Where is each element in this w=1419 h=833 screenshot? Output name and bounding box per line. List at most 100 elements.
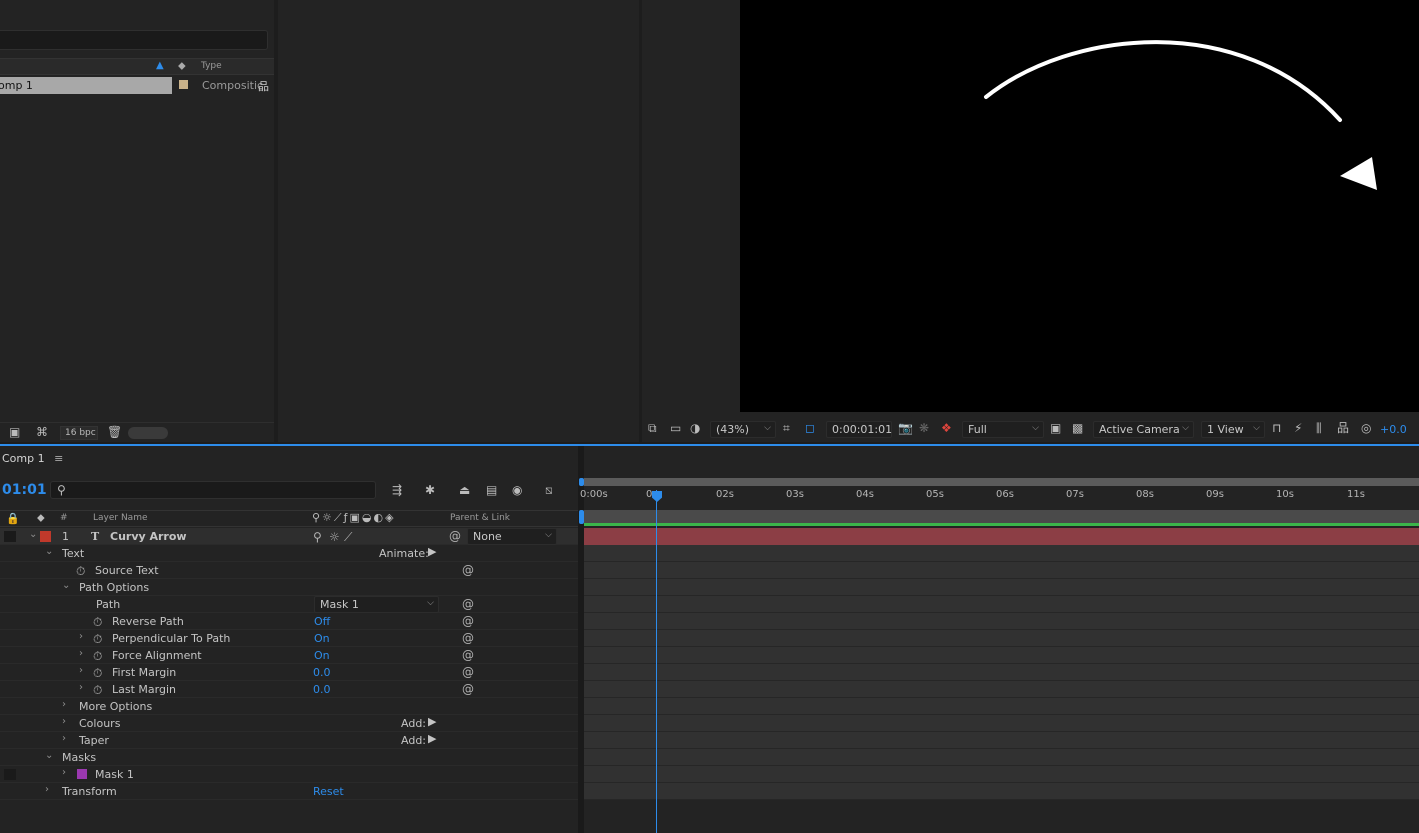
add-menu-label[interactable]: Add: (401, 734, 426, 747)
path-mask-dropdown[interactable]: Mask 1 ⌵ (314, 596, 439, 613)
current-time-field[interactable]: 0:00:01:01 (826, 421, 892, 438)
composition-canvas[interactable] (740, 0, 1419, 412)
mask-color-swatch[interactable] (77, 769, 87, 779)
shy-layers-icon[interactable]: ⏏ (459, 484, 470, 496)
type-column-header[interactable]: Type (201, 61, 222, 71)
chevron-right-icon[interactable]: › (62, 767, 66, 778)
visibility-toggle[interactable] (4, 769, 16, 780)
chevron-right-icon[interactable]: › (62, 716, 66, 727)
flowchart-icon[interactable]: 品 (1337, 422, 1349, 434)
play-circle-icon[interactable]: ▶ (428, 545, 436, 558)
property-value[interactable]: 0.0 (313, 666, 331, 679)
layer-name[interactable]: Curvy Arrow (110, 530, 187, 543)
property-row-colours[interactable]: › Colours Add: ▶ (0, 715, 578, 732)
chevron-right-icon[interactable]: › (45, 784, 49, 795)
property-value[interactable]: On (314, 632, 330, 645)
draft-3d-icon[interactable]: ✱ (425, 484, 435, 496)
chevron-right-icon[interactable]: › (79, 665, 83, 676)
property-row-first-margin[interactable]: › ⏱ First Margin 0.0 @ (0, 664, 578, 681)
chevron-right-icon[interactable]: › (79, 682, 83, 693)
layer-row[interactable]: ⌄ 1 T Curvy Arrow ⚲ ☼ ⟋ @ None ⌵ (0, 528, 578, 545)
grid-guides-icon[interactable]: ⌗ (783, 422, 790, 434)
transparency-grid-icon[interactable]: ▩ (1072, 422, 1083, 434)
reset-link[interactable]: Reset (313, 785, 344, 798)
property-row-masks[interactable]: ⌄ Masks (0, 749, 578, 766)
pick-whip-icon[interactable]: @ (462, 563, 474, 577)
chevron-down-icon[interactable]: ⌄ (45, 750, 53, 761)
property-row-perpendicular[interactable]: › ⏱ Perpendicular To Path On @ (0, 630, 578, 647)
pick-whip-icon[interactable]: @ (449, 529, 461, 543)
show-snapshot-icon[interactable]: ❋ (919, 422, 929, 434)
property-row-more-options[interactable]: › More Options (0, 698, 578, 715)
chevron-down-icon[interactable]: ⌄ (45, 546, 53, 557)
resolution-dropdown[interactable]: Full ⌵ (962, 421, 1044, 438)
property-row-reverse-path[interactable]: ⏱ Reverse Path Off @ (0, 613, 578, 630)
always-preview-icon[interactable]: ⧉ (648, 422, 657, 434)
magnification-dropdown[interactable]: (43%) ⌵ (710, 421, 776, 438)
property-value[interactable]: Off (314, 615, 330, 628)
tab-comp-1[interactable]: Comp 1 ≡ (2, 452, 63, 465)
property-row-force-alignment[interactable]: › ⏱ Force Alignment On @ (0, 647, 578, 664)
mask-path-visibility-icon[interactable]: ◻ (805, 422, 815, 434)
animate-menu-label[interactable]: Animate: (379, 547, 429, 560)
work-area-bar[interactable] (584, 478, 1419, 486)
chevron-down-icon[interactable]: ⌄ (29, 529, 37, 540)
property-value[interactable]: 0.0 (313, 683, 331, 696)
pick-whip-icon[interactable]: @ (462, 631, 474, 645)
vr-goggles-icon[interactable]: ◑ (690, 422, 700, 434)
property-row-source-text[interactable]: ⏱ Source Text @ (0, 562, 578, 579)
pick-whip-icon[interactable]: @ (462, 682, 474, 696)
interpret-footage-icon[interactable]: ▣ (9, 426, 20, 438)
layer-label-color[interactable] (40, 531, 51, 542)
lock-icon[interactable]: 🔒 (6, 512, 20, 525)
stopwatch-icon[interactable]: ⏱ (93, 615, 102, 630)
stopwatch-icon[interactable]: ⏱ (76, 564, 85, 579)
project-search-input[interactable] (0, 30, 268, 50)
toggle-pixel-aspect-icon[interactable]: ⊓ (1272, 422, 1281, 434)
property-row-path-options[interactable]: ⌄ Path Options (0, 579, 578, 596)
timeline-search-input[interactable]: ⚲ (50, 481, 376, 499)
exposure-value[interactable]: +0.0 (1380, 423, 1407, 436)
property-row-transform[interactable]: › Transform Reset (0, 783, 578, 800)
property-row-last-margin[interactable]: › ⏱ Last Margin 0.0 @ (0, 681, 578, 698)
play-circle-icon[interactable]: ▶ (428, 732, 436, 745)
property-row-text[interactable]: ⌄ Text Animate: ▶ (0, 545, 578, 562)
trash-icon[interactable]: 🗑 (107, 426, 122, 438)
visibility-toggle[interactable] (4, 531, 16, 542)
property-row-taper[interactable]: › Taper Add: ▶ (0, 732, 578, 749)
thumbnail-scrollbar[interactable] (128, 427, 168, 439)
channel-rgb-icon[interactable]: ❖ (941, 422, 952, 434)
reset-exposure-icon[interactable]: ◎ (1361, 422, 1371, 434)
label-tag-icon[interactable]: ⬥ (37, 511, 45, 525)
project-item-row[interactable]: omp 1 (0, 77, 172, 94)
view-layout-dropdown[interactable]: 1 View ⌵ (1201, 421, 1265, 438)
add-menu-label[interactable]: Add: (401, 717, 426, 730)
stopwatch-icon[interactable]: ⏱ (93, 649, 102, 664)
fast-previews-icon[interactable]: ⚡ (1294, 422, 1302, 434)
label-tag-icon[interactable]: ⬥ (178, 59, 186, 73)
chevron-right-icon[interactable]: › (79, 631, 83, 642)
playhead-line[interactable] (656, 490, 657, 833)
bit-depth-button[interactable]: 16 bpc (60, 426, 98, 440)
time-navigator-bar[interactable] (584, 510, 1419, 524)
composition-mini-flowchart-icon[interactable]: ⇶ (392, 484, 402, 496)
shy-switch-icon[interactable]: ⚲ (313, 530, 322, 544)
sort-ascending-icon[interactable]: ▲ (156, 60, 164, 71)
property-row-path[interactable]: Path Mask 1 ⌵ @ (0, 596, 578, 613)
pick-whip-icon[interactable]: @ (462, 614, 474, 628)
layer-name-column-header[interactable]: Layer Name (93, 513, 148, 523)
layer-duration-bar[interactable] (584, 528, 1419, 545)
new-folder-icon[interactable]: ⌘ (36, 426, 48, 438)
panel-menu-icon[interactable]: ≡ (54, 452, 63, 465)
stopwatch-icon[interactable]: ⏱ (93, 632, 102, 647)
parent-dropdown[interactable]: None ⌵ (467, 528, 557, 545)
timeline-icon[interactable]: ⫼ (1316, 422, 1322, 434)
property-value[interactable]: On (314, 649, 330, 662)
play-circle-icon[interactable]: ▶ (428, 715, 436, 728)
chevron-right-icon[interactable]: › (62, 733, 66, 744)
current-time-display[interactable]: 01:01 (2, 482, 47, 498)
stopwatch-icon[interactable]: ⏱ (93, 683, 102, 698)
chevron-down-icon[interactable]: ⌄ (62, 580, 70, 591)
chevron-right-icon[interactable]: › (79, 648, 83, 659)
pick-whip-icon[interactable]: @ (462, 597, 474, 611)
